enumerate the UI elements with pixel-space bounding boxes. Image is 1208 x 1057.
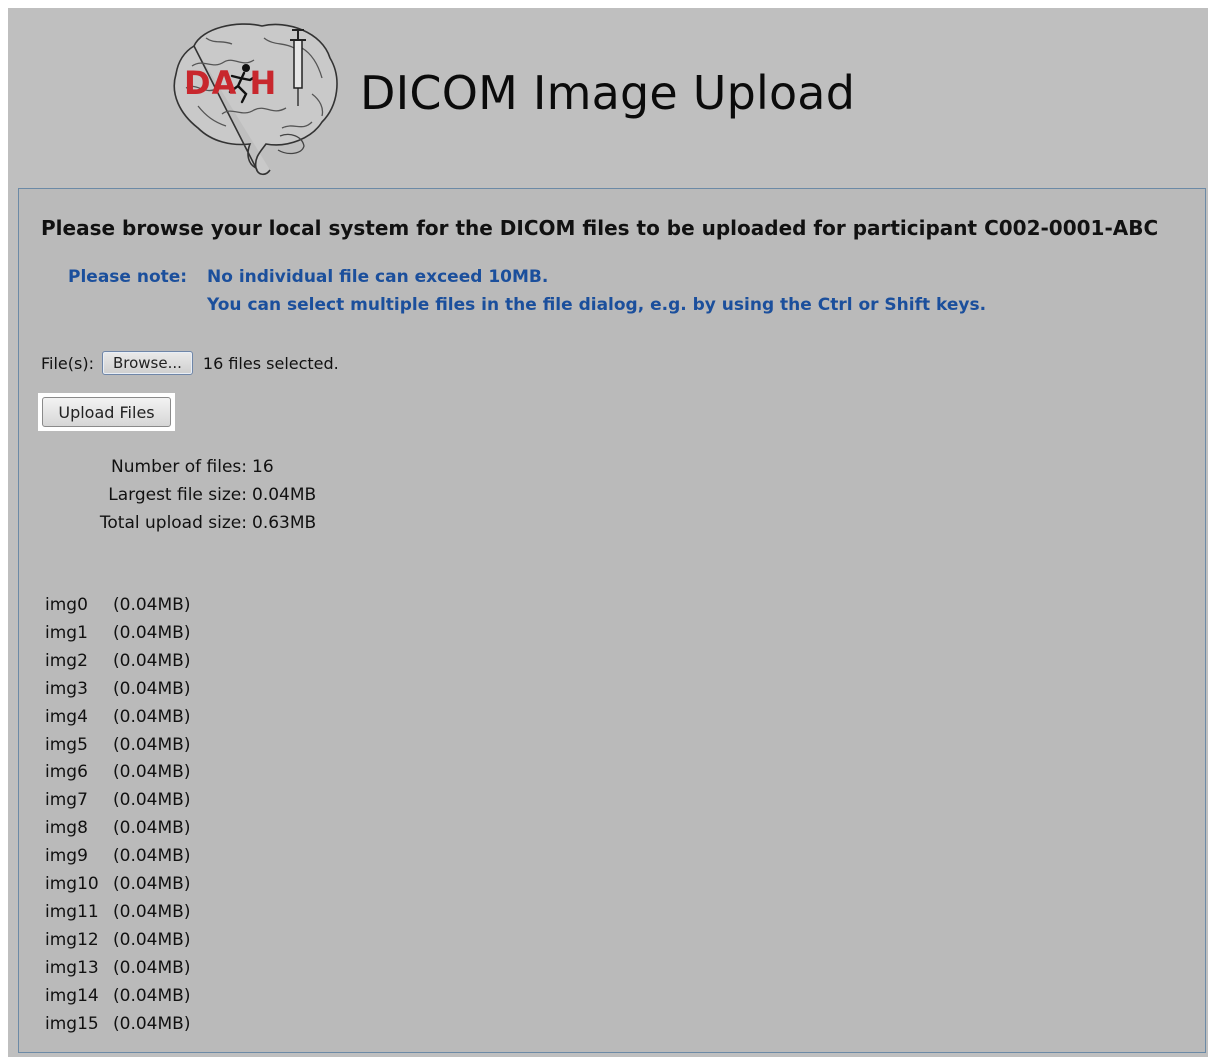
note-line-size-limit: No individual file can exceed 10MB.	[207, 267, 549, 287]
files-label: File(s):	[41, 353, 94, 373]
file-size: (0.04MB)	[113, 650, 191, 671]
file-name: img12	[45, 929, 99, 950]
list-item: img9 (0.04MB)	[45, 843, 190, 871]
list-item: img5 (0.04MB)	[45, 732, 190, 760]
file-name: img5	[45, 734, 88, 755]
header: DA H DICOM Image Upload	[8, 8, 1208, 188]
dasht-brain-logo: DA H	[162, 18, 342, 178]
file-name: img10	[45, 874, 99, 895]
file-size: (0.04MB)	[113, 929, 191, 950]
stat-row-file-count: Number of files: 16	[41, 453, 316, 481]
file-size: (0.04MB)	[113, 678, 191, 699]
file-size: (0.04MB)	[113, 985, 191, 1006]
stat-value: 16	[252, 457, 274, 477]
file-size: (0.04MB)	[113, 818, 191, 839]
upload-panel: Please browse your local system for the …	[18, 188, 1206, 1053]
list-item: img7 (0.04MB)	[45, 787, 190, 815]
list-item: img6 (0.04MB)	[45, 759, 190, 787]
file-size: (0.04MB)	[113, 957, 191, 978]
file-list: img0 (0.04MB) img1 (0.04MB) img2 (0.04MB) i…	[45, 592, 190, 1039]
list-item: img13 (0.04MB)	[45, 955, 190, 983]
upload-page: DA H DICOM Image Upload Please browse yo…	[8, 8, 1208, 1057]
note-line-multi-select: You can select multiple files in the fil…	[207, 295, 987, 315]
file-name: img7	[45, 790, 88, 811]
stat-row-total-size: Total upload size: 0.63MB	[41, 509, 316, 537]
stat-label: Total upload size:	[99, 513, 247, 533]
list-item: img11 (0.04MB)	[45, 899, 190, 927]
file-name: img15	[45, 1013, 99, 1034]
file-name: img2	[45, 650, 88, 671]
upload-stats: Number of files: 16 Largest file size: 0…	[41, 453, 316, 537]
list-item: img10 (0.04MB)	[45, 871, 190, 899]
file-size: (0.04MB)	[113, 1013, 191, 1034]
file-picker-row: File(s): Browse... 16 files selected.	[41, 351, 339, 375]
stat-label: Largest file size:	[108, 485, 247, 505]
file-size: (0.04MB)	[113, 790, 191, 811]
note-label: Please note:	[68, 267, 188, 287]
stat-value: 0.04MB	[252, 485, 317, 505]
upload-button-highlight: Upload Files	[38, 393, 175, 431]
file-name: img4	[45, 706, 88, 727]
file-name: img3	[45, 678, 88, 699]
list-item: img15 (0.04MB)	[45, 1011, 190, 1039]
browse-button[interactable]: Browse...	[101, 351, 193, 375]
stat-label: Number of files:	[111, 457, 247, 477]
page-title: DICOM Image Upload	[360, 66, 856, 120]
instructions-text: Please browse your local system for the …	[41, 216, 1159, 240]
stat-row-largest-file: Largest file size: 0.04MB	[41, 481, 316, 509]
files-selected-text: 16 files selected.	[202, 353, 339, 373]
file-name: img1	[45, 622, 88, 643]
logo-text: DA H	[184, 64, 278, 102]
list-item: img0 (0.04MB)	[45, 592, 190, 620]
file-size: (0.04MB)	[113, 874, 191, 895]
file-size: (0.04MB)	[113, 901, 191, 922]
file-size: (0.04MB)	[113, 622, 191, 643]
file-size: (0.04MB)	[113, 734, 191, 755]
upload-files-button[interactable]: Upload Files	[42, 397, 171, 427]
file-name: img11	[45, 901, 99, 922]
list-item: img2 (0.04MB)	[45, 648, 190, 676]
list-item: img1 (0.04MB)	[45, 620, 190, 648]
file-size: (0.04MB)	[113, 762, 191, 783]
list-item: img14 (0.04MB)	[45, 983, 190, 1011]
list-item: img4 (0.04MB)	[45, 704, 190, 732]
list-item: img12 (0.04MB)	[45, 927, 190, 955]
list-item: img8 (0.04MB)	[45, 815, 190, 843]
stat-value: 0.63MB	[252, 513, 317, 533]
file-name: img9	[45, 846, 88, 867]
file-name: img0	[45, 595, 88, 615]
file-size: (0.04MB)	[113, 595, 191, 615]
file-size: (0.04MB)	[113, 846, 191, 867]
file-name: img6	[45, 762, 88, 783]
file-name: img13	[45, 957, 99, 978]
file-size: (0.04MB)	[113, 706, 191, 727]
file-name: img14	[45, 985, 99, 1006]
list-item: img3 (0.04MB)	[45, 676, 190, 704]
file-name: img8	[45, 818, 88, 839]
